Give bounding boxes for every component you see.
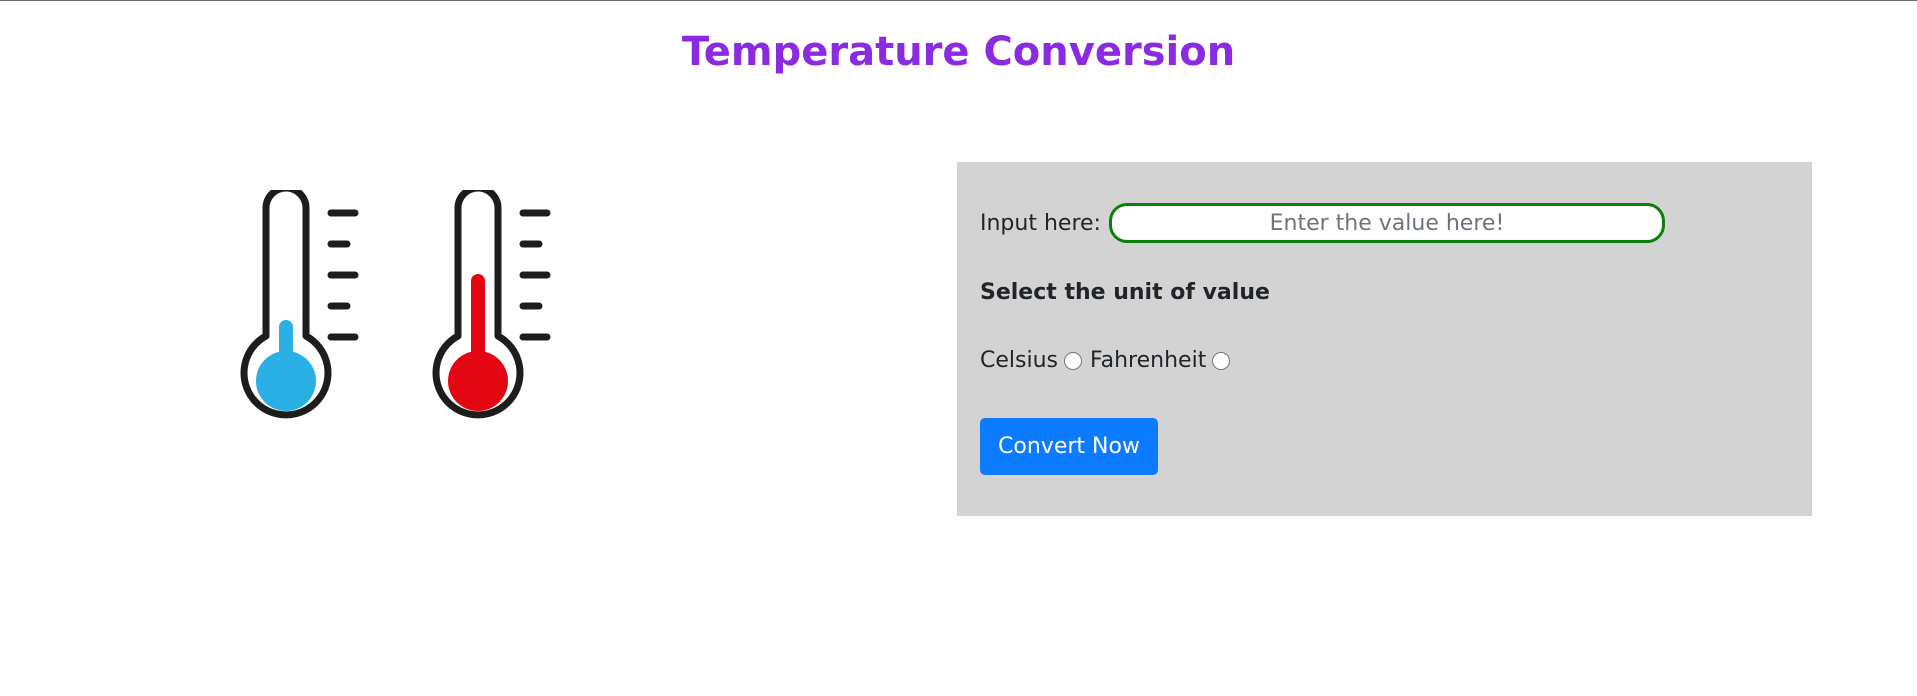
thermometer-cold-icon (240, 190, 359, 419)
input-label: Input here: (980, 210, 1101, 236)
input-row: Input here: (980, 200, 1665, 246)
fahrenheit-radio[interactable] (1212, 351, 1231, 370)
convert-now-button[interactable]: Convert Now (980, 418, 1158, 475)
fahrenheit-label: Fahrenheit (1090, 348, 1207, 373)
celsius-label: Celsius (980, 348, 1058, 373)
conversion-panel: Input here: Select the unit of value Cel… (957, 162, 1812, 516)
celsius-radio[interactable] (1064, 351, 1082, 370)
thermometer-hot-icon (432, 190, 551, 419)
page-title: Temperature Conversion (681, 29, 1236, 75)
unit-radio-group: Celsius Fahrenheit (980, 348, 1238, 373)
top-divider (0, 0, 1917, 1)
value-input[interactable] (1108, 203, 1665, 243)
unit-heading: Select the unit of value (980, 280, 1270, 305)
